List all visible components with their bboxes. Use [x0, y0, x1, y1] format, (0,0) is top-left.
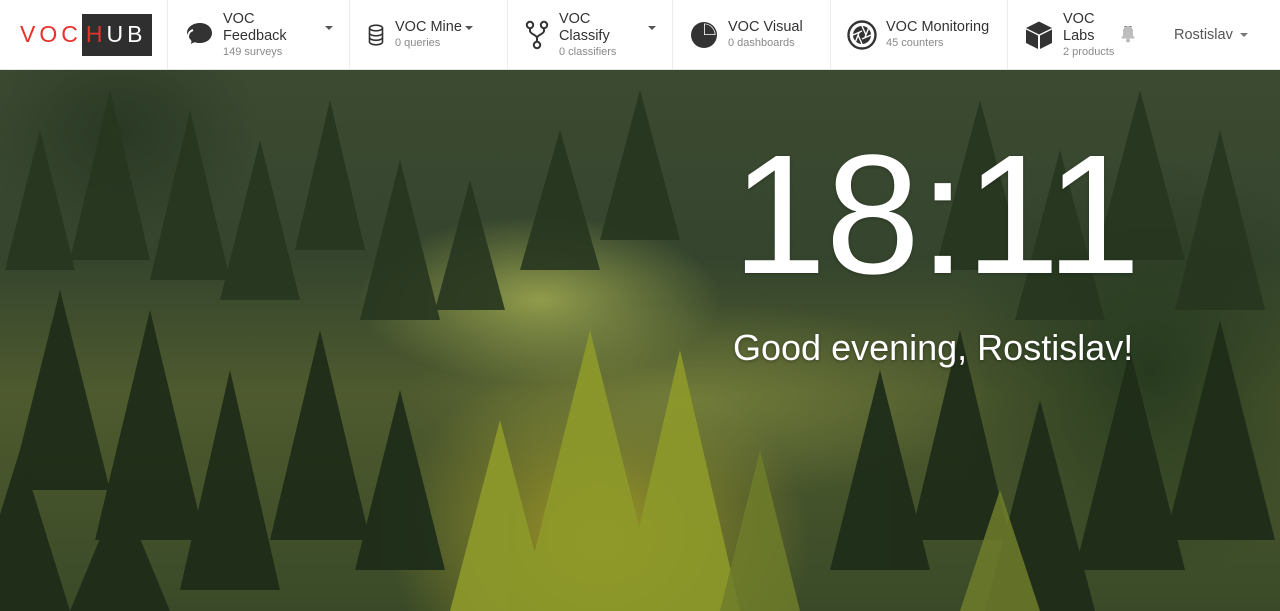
clock-time: 18:11 — [732, 120, 1141, 310]
nav-voc-visual-sub: 0 dashboards — [728, 37, 795, 49]
nav-voc-monitoring[interactable]: VOC Monitoring 45 counters — [831, 0, 1008, 69]
nav-voc-feedback-sub: 149 surveys — [223, 45, 283, 58]
nav-voc-classify-title: VOC Classify — [558, 10, 610, 44]
user-menu[interactable]: Rostislav — [1174, 0, 1248, 69]
nav-voc-classify[interactable]: VOC Classify 0 classifiers — [508, 0, 673, 69]
pie-chart-icon — [689, 20, 719, 50]
nav-voc-labs-sub: 2 products — [1063, 45, 1115, 58]
chevron-down-icon — [464, 25, 473, 30]
nav-voc-monitoring-title: VOC Monitoring — [886, 19, 990, 35]
hero-background: 18:11 Good evening, Rostislav! — [0, 70, 1280, 611]
nav-voc-mine-title: VOC Mine — [395, 19, 462, 35]
fork-icon — [524, 20, 550, 50]
top-navbar: VOC H UB VOC Feedback 149 surveys VOC Min… — [0, 0, 1280, 70]
nav-voc-monitoring-sub: 45 counters — [886, 37, 944, 49]
logo-hub-box: H UB — [81, 13, 153, 56]
vochub-logo[interactable]: VOC H UB — [0, 0, 168, 69]
nav-voc-visual[interactable]: VOC Visual 0 dashboards — [673, 0, 831, 69]
notification-bell-icon[interactable] — [1119, 24, 1137, 44]
database-icon — [366, 20, 386, 50]
chevron-down-icon — [325, 25, 333, 30]
logo-voc-text: VOC — [20, 21, 82, 47]
aperture-icon — [847, 19, 877, 50]
user-name: Rostislav — [1174, 26, 1233, 43]
chevron-down-icon — [648, 25, 656, 30]
nav-voc-feedback[interactable]: VOC Feedback 149 surveys — [168, 0, 350, 69]
nav-voc-labs-title: VOC Labs — [1063, 10, 1095, 44]
nav-voc-mine-sub: 0 queries — [395, 37, 441, 49]
chevron-down-icon — [1239, 32, 1248, 37]
cube-icon — [1024, 20, 1054, 50]
logo-h-text: H — [85, 21, 107, 47]
nav-voc-mine[interactable]: VOC Mine 0 queries — [350, 0, 508, 69]
nav-voc-visual-title: VOC Visual — [728, 19, 803, 35]
nav-voc-classify-sub: 0 classifiers — [558, 45, 617, 58]
chat-bubble-icon — [184, 20, 214, 50]
greeting-text: Good evening, Rostislav! — [733, 327, 1134, 368]
nav-voc-feedback-title: VOC Feedback — [223, 10, 287, 44]
logo-ub-text: UB — [106, 21, 147, 47]
